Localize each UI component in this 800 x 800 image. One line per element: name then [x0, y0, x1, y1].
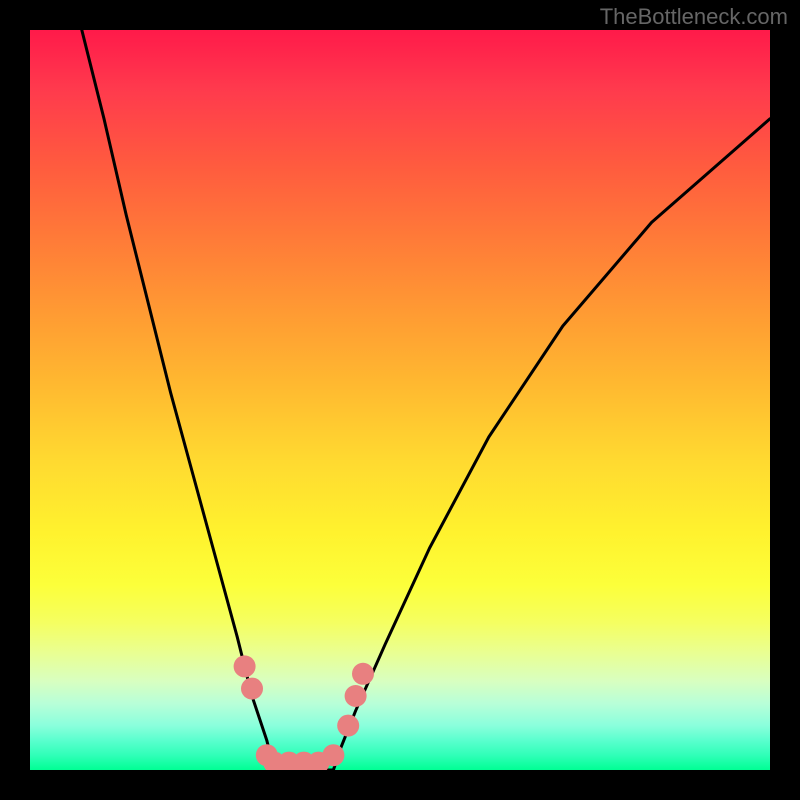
data-markers [234, 655, 374, 770]
chart-plot-area [30, 30, 770, 770]
bottleneck-curve [82, 30, 770, 770]
chart-svg [30, 30, 770, 770]
data-marker [352, 663, 374, 685]
data-marker [337, 715, 359, 737]
data-marker [241, 678, 263, 700]
data-marker [345, 685, 367, 707]
data-marker [322, 744, 344, 766]
data-marker [234, 655, 256, 677]
curve-path [82, 30, 770, 770]
watermark-text: TheBottleneck.com [600, 4, 788, 30]
